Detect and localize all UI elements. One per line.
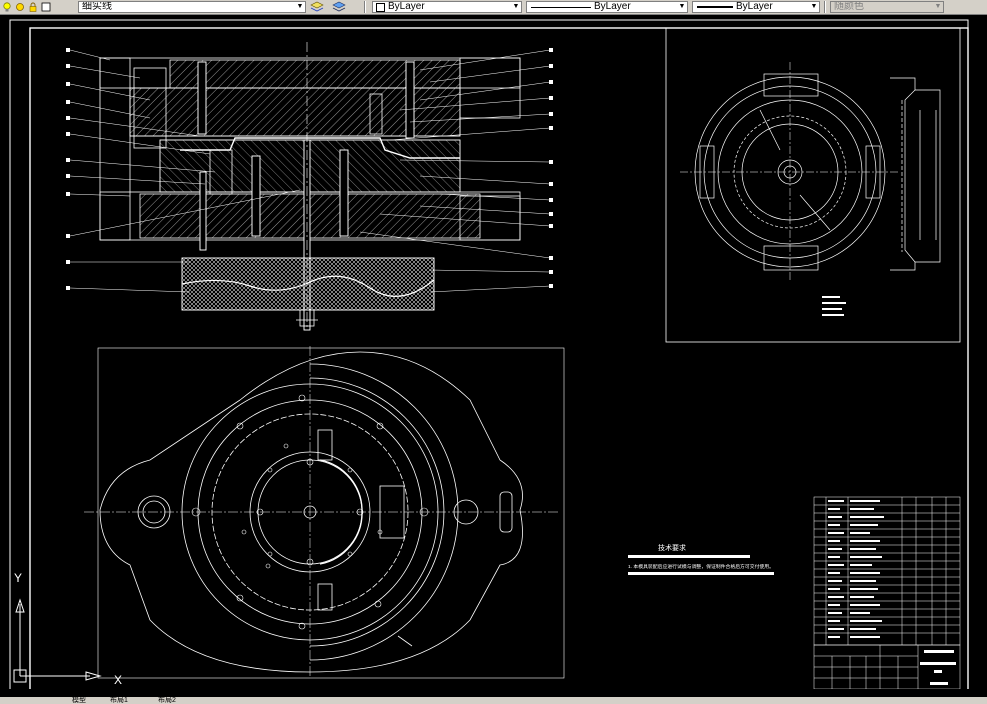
title-block-text-marks <box>920 650 956 685</box>
layer-previous-icon[interactable] <box>332 1 346 13</box>
linetype-dropdown[interactable]: ByLayer ▼ <box>526 1 688 13</box>
color-swatch-icon[interactable] <box>41 2 51 12</box>
layer-name: 细实线 <box>82 2 112 12</box>
plotstyle-label: 随颜色 <box>834 2 864 12</box>
chevron-down-icon[interactable]: ▼ <box>511 2 521 12</box>
mold-section-view <box>99 42 521 331</box>
chevron-down-icon[interactable]: ▼ <box>809 2 819 12</box>
make-layer-current-icon[interactable] <box>310 1 324 13</box>
color-dropdown[interactable]: ByLayer ▼ <box>372 1 522 13</box>
part-top-view <box>680 62 900 282</box>
part-notes-block <box>822 296 846 316</box>
tech-req-title: 技术要求 <box>658 543 686 552</box>
color-label: ByLayer <box>388 2 425 12</box>
chevron-down-icon[interactable]: ▼ <box>295 2 305 12</box>
lineweight-label: ByLayer <box>736 2 773 12</box>
color-swatch <box>376 2 385 12</box>
ucs-x-label: X <box>114 673 122 687</box>
layer-state-icons <box>2 1 51 13</box>
cad-drawing: 技术要求 1. 本模具装配后应进行试模与调整，保证制件合格后方可交付使用。 Y … <box>9 19 969 696</box>
linetype-preview <box>531 6 591 8</box>
plotstyle-dropdown: 随颜色 ▼ <box>830 1 944 13</box>
toolbar-separator <box>824 1 826 13</box>
tech-req-line: 1. 本模具装配后应进行试模与调整，保证制件合格后方可交付使用。 <box>628 563 774 570</box>
bulb-icon[interactable] <box>2 2 12 12</box>
mold-plan-view <box>84 346 565 679</box>
lineweight-dropdown[interactable]: ByLayer ▼ <box>692 1 820 13</box>
chevron-down-icon[interactable]: ▼ <box>677 2 687 12</box>
tab-layout2[interactable]: 布局2 <box>158 697 176 704</box>
properties-toolbar: 细实线 ▼ ByLayer ▼ ByLayer ▼ ByLayer ▼ 随颜色 … <box>0 0 987 15</box>
chevron-down-icon: ▼ <box>934 3 942 10</box>
part-drawing-frame <box>665 27 961 343</box>
lock-icon[interactable] <box>28 2 38 12</box>
parts-list-table <box>813 496 961 646</box>
tech-requirements-block: 技术要求 1. 本模具装配后应进行试模与调整，保证制件合格后方可交付使用。 <box>628 543 774 575</box>
sun-icon[interactable] <box>15 2 25 12</box>
tab-model[interactable]: 模型 <box>72 697 86 704</box>
layer-dropdown[interactable]: 细实线 ▼ <box>78 1 306 13</box>
lineweight-preview <box>697 6 733 8</box>
ucs-y-label: Y <box>14 571 22 585</box>
layout-tabs-bar: 模型 布局1 布局2 <box>0 697 987 704</box>
drawing-canvas[interactable]: 技术要求 1. 本模具装配后应进行试模与调整，保证制件合格后方可交付使用。 Y … <box>0 15 987 696</box>
tab-layout1[interactable]: 布局1 <box>110 697 128 704</box>
part-side-view <box>890 77 941 271</box>
linetype-label: ByLayer <box>594 2 631 12</box>
toolbar-separator <box>364 1 366 13</box>
